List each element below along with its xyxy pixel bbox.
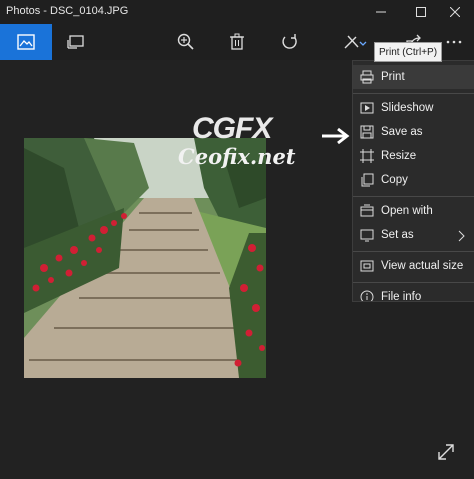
menu-item-label: View actual size xyxy=(381,260,464,272)
rotate-icon xyxy=(282,34,297,49)
watermark-site: Ceofix.net xyxy=(178,144,296,169)
menu-item-resize[interactable]: Resize xyxy=(353,144,474,168)
menu-item-open-with[interactable]: Open with xyxy=(353,199,474,223)
more-options-menu: Print Slideshow Save as Resize Copy Open… xyxy=(352,60,474,302)
menu-item-label: Save as xyxy=(381,126,423,138)
menu-item-label: Set as xyxy=(381,229,414,241)
edit-create-button[interactable] xyxy=(335,24,375,60)
minimize-icon xyxy=(376,11,386,13)
menu-item-set-as[interactable]: Set as xyxy=(353,223,474,247)
slideshow-icon xyxy=(353,101,381,115)
title-bar: Photos - DSC_0104.JPG xyxy=(0,0,474,24)
set-as-icon xyxy=(353,228,381,242)
resize-icon xyxy=(353,149,381,163)
rotate-button[interactable] xyxy=(270,24,310,60)
trash-icon xyxy=(230,33,244,50)
print-tooltip: Print (Ctrl+P) xyxy=(374,42,442,62)
save-icon xyxy=(353,125,381,139)
menu-item-label: Copy xyxy=(381,174,408,186)
zoom-in-icon xyxy=(177,33,194,50)
menu-divider xyxy=(353,282,474,283)
zoom-button[interactable] xyxy=(166,24,206,60)
menu-item-label: Open with xyxy=(381,205,433,217)
menu-item-copy[interactable]: Copy xyxy=(353,168,474,192)
delete-button[interactable] xyxy=(217,24,257,60)
menu-item-label: File info xyxy=(381,291,422,302)
edit-icon xyxy=(344,35,367,49)
ellipsis-icon xyxy=(446,40,462,44)
copy-icon xyxy=(353,173,381,187)
maximize-icon xyxy=(416,7,426,17)
watermark-logo: CGFX xyxy=(192,112,272,145)
menu-item-save-as[interactable]: Save as xyxy=(353,120,474,144)
printer-icon xyxy=(353,70,381,84)
menu-item-file-info[interactable]: File info xyxy=(353,285,474,302)
actual-size-icon xyxy=(353,259,381,273)
garden-steps-photo xyxy=(24,138,266,378)
menu-item-label: Resize xyxy=(381,150,417,162)
window-title: Photos - DSC_0104.JPG xyxy=(6,5,129,17)
expand-icon xyxy=(438,444,454,460)
minimize-button[interactable] xyxy=(362,0,400,24)
photo-image xyxy=(24,138,266,378)
image-icon xyxy=(17,34,35,50)
menu-divider xyxy=(353,196,474,197)
close-icon xyxy=(450,7,460,17)
menu-divider xyxy=(353,93,474,94)
info-icon xyxy=(353,290,381,301)
chevron-right-icon xyxy=(458,229,465,247)
photo-view-button[interactable] xyxy=(0,24,52,60)
menu-divider xyxy=(353,251,474,252)
menu-item-print[interactable]: Print xyxy=(353,65,474,89)
menu-item-label: Print xyxy=(381,71,405,83)
pointer-arrow-icon xyxy=(322,127,350,145)
open-with-icon xyxy=(353,204,381,218)
close-button[interactable] xyxy=(436,0,474,24)
full-screen-button[interactable] xyxy=(437,443,455,466)
menu-item-label: Slideshow xyxy=(381,102,434,114)
menu-item-slideshow[interactable]: Slideshow xyxy=(353,96,474,120)
maximize-button[interactable] xyxy=(402,0,440,24)
slideshow-toolbar-button[interactable] xyxy=(56,24,96,60)
menu-item-view-actual-size[interactable]: View actual size xyxy=(353,254,474,278)
slideshow-icon xyxy=(67,35,84,49)
